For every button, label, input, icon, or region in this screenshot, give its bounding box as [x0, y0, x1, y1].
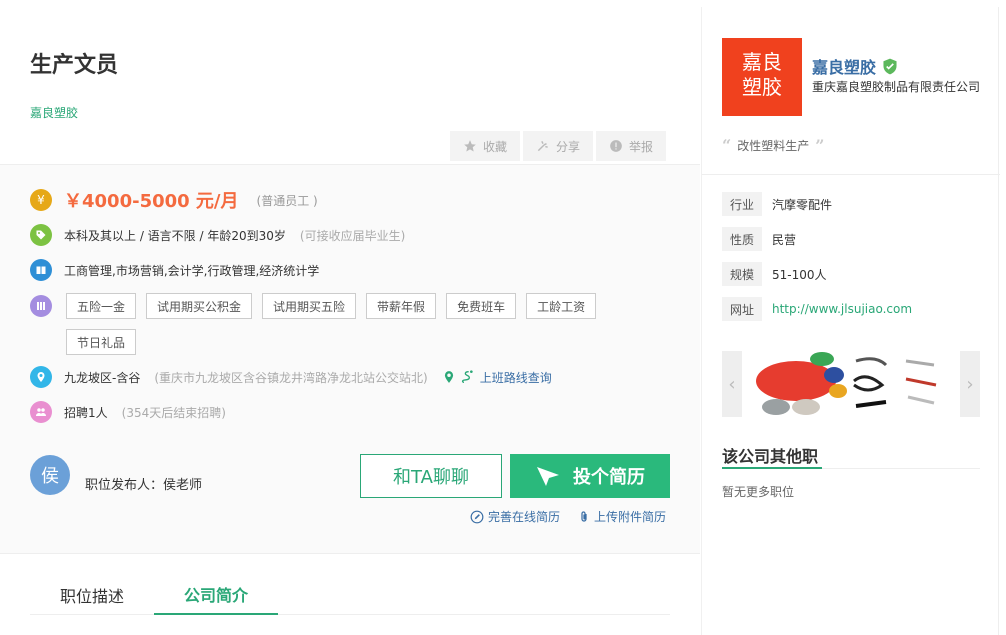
- publisher-name: 职位发布人：侯老师: [85, 478, 203, 493]
- slogan-text: 改性塑料生产: [737, 139, 810, 153]
- route-query-link[interactable]: 上班路线查询: [442, 369, 552, 386]
- people-icon: [30, 401, 52, 423]
- company-info-industry: 行业 汽摩零配件: [722, 192, 832, 216]
- salary-note: (普通员工 ): [256, 193, 318, 208]
- location-pin-icon: [30, 366, 52, 388]
- benefit-tag: 试用期买五险: [262, 293, 357, 319]
- headcount-row: 招聘1人 (354天后结束招聘): [30, 401, 226, 423]
- report-label: 举报: [628, 139, 653, 154]
- edit-icon: [470, 510, 484, 523]
- tab-job-description[interactable]: 职位描述: [30, 574, 154, 615]
- report-icon: [610, 140, 622, 152]
- benefit-tag: 工龄工资: [526, 293, 597, 319]
- address: (重庆市九龙坡区含谷镇龙井湾路净龙北站公交站北): [154, 370, 428, 385]
- info-label: 规模: [722, 262, 762, 286]
- headcount-note: (354天后结束招聘): [121, 405, 226, 420]
- benefit-tag: 免费班车: [446, 293, 517, 319]
- company-sidebar: 嘉良 塑胶 嘉良塑胶 重庆嘉良塑胶制品有限责任公司 “ 改性塑料生产 ” 行业 …: [701, 7, 1000, 635]
- company-info-type: 性质 民营: [722, 227, 796, 251]
- company-logo[interactable]: 嘉良 塑胶: [722, 38, 802, 116]
- job-actions: 收藏 分享 举报: [450, 131, 666, 161]
- product-photos[interactable]: [746, 351, 956, 417]
- detail-tabs: 职位描述 公司简介: [30, 574, 670, 615]
- logo-text-line2: 塑胶: [742, 75, 782, 99]
- share-button[interactable]: 分享: [523, 131, 593, 161]
- chat-button[interactable]: 和TA聊聊: [360, 454, 502, 498]
- tab-company-intro[interactable]: 公司简介: [154, 574, 278, 615]
- company-name-link[interactable]: 嘉良塑胶: [812, 54, 898, 78]
- other-jobs-underline: [722, 467, 822, 469]
- star-icon: [464, 140, 476, 152]
- benefit-tag: 带薪年假: [366, 293, 437, 319]
- favorite-button[interactable]: 收藏: [450, 131, 520, 161]
- gallery-prev-button[interactable]: ‹: [722, 351, 742, 417]
- company-full-name: 重庆嘉良塑胶制品有限责任公司: [812, 80, 981, 94]
- attachment-icon: [581, 510, 587, 522]
- majors-row: 工商管理,市场营销,会计学,行政管理,经济统计学: [30, 259, 319, 281]
- job-title: 生产文员: [30, 53, 119, 78]
- majors: 工商管理,市场营销,会计学,行政管理,经济统计学: [64, 263, 320, 278]
- apply-button[interactable]: 投个简历: [510, 454, 670, 498]
- requirements: 本科及其以上 / 语言不限 / 年龄20到30岁: [64, 228, 286, 243]
- company-info-website: 网址 http://www.jlsujiao.com: [722, 297, 912, 321]
- complete-resume-link[interactable]: 完善在线简历: [470, 508, 560, 525]
- route-icon: [461, 370, 473, 383]
- requirements-row: 本科及其以上 / 语言不限 / 年龄20到30岁 (可接收应届毕业生): [30, 224, 405, 246]
- info-value: 汽摩零配件: [772, 197, 833, 212]
- salary-row: ¥ ￥4000-5000 元/月 (普通员工 ): [30, 187, 318, 213]
- complete-resume-label: 完善在线简历: [488, 510, 561, 524]
- apply-label: 投个简历: [573, 467, 645, 488]
- yuan-icon: ¥: [30, 189, 52, 211]
- benefit-tag: 节日礼品: [66, 329, 137, 355]
- benefits-row: [30, 295, 64, 317]
- info-label: 性质: [722, 227, 762, 251]
- job-header: 生产文员 嘉良塑胶 收藏 分享 举报: [0, 7, 700, 164]
- info-value: 民营: [772, 232, 797, 247]
- resume-links: 完善在线简历 上传附件简历: [470, 508, 666, 525]
- quote-close-icon: ”: [815, 136, 825, 155]
- company-info-scale: 规模 51-100人: [722, 262, 827, 286]
- info-value: 51-100人: [772, 267, 827, 282]
- benefit-tag: 试用期买公积金: [146, 293, 253, 319]
- location: 九龙坡区-含谷: [64, 370, 141, 385]
- other-jobs-title: 该公司其他职: [722, 447, 819, 466]
- upload-resume-label: 上传附件简历: [594, 510, 667, 524]
- info-label: 网址: [722, 297, 762, 321]
- requirements-note: (可接收应届毕业生): [299, 228, 406, 243]
- location-row: 九龙坡区-含谷 (重庆市九龙坡区含谷镇龙井湾路净龙北站公交站北) 上班路线查询: [30, 366, 552, 388]
- company-name: 嘉良塑胶: [812, 58, 877, 77]
- share-icon: [537, 141, 548, 152]
- book-icon: [30, 259, 52, 281]
- company-link[interactable]: 嘉良塑胶: [30, 104, 78, 121]
- sidebar-divider: [702, 174, 1000, 175]
- send-icon: [537, 467, 559, 486]
- company-slogan: “ 改性塑料生产 ”: [722, 136, 824, 155]
- chat-label: 和TA聊聊: [393, 467, 469, 488]
- other-jobs-empty: 暂无更多职位: [722, 485, 795, 499]
- map-pin-icon: [444, 371, 453, 383]
- gallery-next-button[interactable]: ›: [960, 351, 980, 417]
- company-photo-gallery: ‹ ›: [722, 351, 980, 417]
- favorite-label: 收藏: [482, 139, 507, 154]
- logo-text-line1: 嘉良: [742, 50, 782, 74]
- report-button[interactable]: 举报: [596, 131, 666, 161]
- benefit-tag: 五险一金: [66, 293, 137, 319]
- headcount: 招聘1人: [64, 405, 108, 420]
- quote-open-icon: “: [722, 136, 732, 155]
- publisher-avatar: 侯: [30, 455, 70, 495]
- info-label: 行业: [722, 192, 762, 216]
- tag-icon: [30, 224, 52, 246]
- salary: ￥4000-5000 元/月: [64, 191, 239, 212]
- upload-resume-link[interactable]: 上传附件简历: [578, 508, 666, 525]
- verified-shield-icon: [883, 58, 897, 74]
- website-link[interactable]: http://www.jlsujiao.com: [772, 302, 912, 316]
- benefit-tags: 五险一金 试用期买公积金 试用期买五险 带薪年假 免费班车 工龄工资 节日礼品: [66, 293, 626, 355]
- share-label: 分享: [555, 139, 580, 154]
- gift-icon: [30, 295, 52, 317]
- route-query-label: 上班路线查询: [479, 370, 552, 385]
